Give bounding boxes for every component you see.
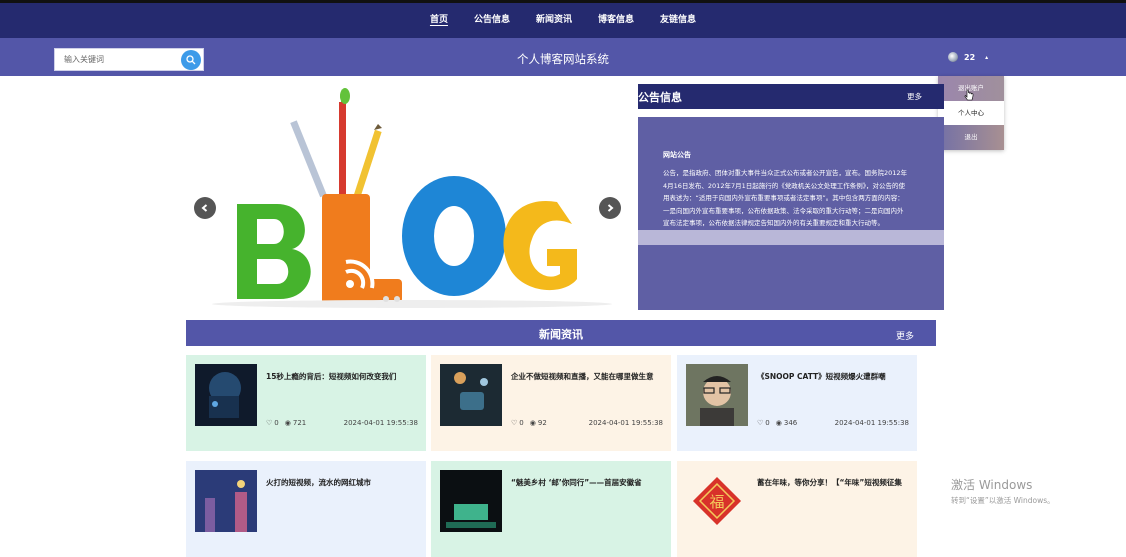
- letter-b: [237, 204, 311, 299]
- letter-o: [402, 176, 506, 296]
- menu-profile[interactable]: 个人中心: [938, 100, 1004, 126]
- view-count: 346: [783, 419, 798, 427]
- news-card-title[interactable]: 蓄在年味，等你分享！【“年味”短视频征集: [757, 477, 909, 488]
- like-count: 0: [765, 419, 770, 427]
- publish-date: 2024-04-01 19:55:38: [343, 419, 418, 427]
- carousel-prev-button[interactable]: [194, 197, 216, 219]
- eye-icon: ◉: [529, 419, 536, 427]
- nav-news[interactable]: 新闻资讯: [534, 3, 574, 38]
- nav-home[interactable]: 首页: [428, 3, 450, 38]
- eye-icon: ◉: [775, 419, 782, 427]
- chevron-left-icon: [201, 204, 208, 212]
- pencils-illustration: [290, 88, 382, 199]
- view-count: 721: [292, 419, 307, 427]
- news-card-title[interactable]: 《SNOOP CATT》短视频爆火遭群嘲: [757, 371, 909, 382]
- notice-title: 公告信息: [638, 91, 682, 104]
- menu-logout[interactable]: 退出: [938, 125, 1004, 151]
- nav-notices[interactable]: 公告信息: [472, 3, 512, 38]
- carousel-dot[interactable]: [383, 296, 389, 302]
- news-header: 新闻资讯 更多: [186, 320, 936, 346]
- news-card-title[interactable]: 企业不做短视频和直播，又能在哪里做生意: [511, 371, 663, 382]
- news-card-title[interactable]: 15秒上瘾的背后：短视频如何改变我们: [266, 371, 418, 382]
- top-navbar: 首页 公告信息 新闻资讯 博客信息 友链信息: [0, 0, 1126, 38]
- notice-more-link[interactable]: 更多: [907, 91, 922, 102]
- windows-activation-watermark: 激活 Windows 转到“设置”以激活 Windows。: [951, 476, 1055, 506]
- notice-item-title[interactable]: 网站公告: [663, 150, 691, 160]
- news-card[interactable]: 15秒上瘾的背后：短视频如何改变我们 ♡ 0 ◉ 721 2024-04-01 …: [186, 355, 426, 451]
- news-card-meta: ♡ 0 ◉ 346 2024-04-01 19:55:38: [757, 419, 909, 427]
- svg-text:福: 福: [709, 493, 724, 511]
- chevron-right-icon: [607, 204, 614, 212]
- banner-carousel[interactable]: [192, 84, 632, 308]
- news-card-meta: ♡ 0 ◉ 92 2024-04-01 19:55:38: [511, 419, 663, 427]
- news-card[interactable]: 企业不做短视频和直播，又能在哪里做生意 ♡ 0 ◉ 92 2024-04-01 …: [431, 355, 671, 451]
- watermark-line2: 转到“设置”以激活 Windows。: [951, 496, 1055, 505]
- news-thumbnail: 福: [686, 470, 748, 532]
- carousel-indicators: [383, 296, 400, 302]
- news-thumbnail: [440, 470, 502, 532]
- caret-up-icon: ▴: [985, 53, 989, 61]
- like-count: 0: [274, 419, 279, 427]
- publish-date: 2024-04-01 19:55:38: [588, 419, 663, 427]
- news-card-title[interactable]: 火打的短视频，流水的网红城市: [266, 477, 418, 488]
- notice-item-text: 公告，是指政府、团体对重大事件当众正式公布或者公开宣告，宣布。国务院2012年4…: [663, 169, 908, 227]
- like-icon: ♡: [511, 419, 518, 427]
- view-count: 92: [537, 419, 547, 427]
- news-thumbnail: [686, 364, 748, 426]
- news-card[interactable]: 福 蓄在年味，等你分享！【“年味”短视频征集: [677, 461, 917, 557]
- blog-banner-image: [212, 88, 612, 308]
- news-card-meta: ♡ 0 ◉ 721 2024-04-01 19:55:38: [266, 419, 418, 427]
- notice-divider: [638, 230, 944, 245]
- notice-body[interactable]: 网站公告 公告，是指政府、团体对重大事件当众正式公布或者公开宣告，宣布。国务院2…: [638, 117, 944, 310]
- notice-header: 公告信息 更多: [638, 84, 944, 109]
- eye-icon: ◉: [284, 419, 291, 427]
- news-card[interactable]: 火打的短视频，流水的网红城市: [186, 461, 426, 557]
- mouse-pointer-icon: [964, 89, 974, 101]
- like-icon: ♡: [757, 419, 764, 427]
- news-thumbnail: [195, 364, 257, 426]
- news-card[interactable]: 《SNOOP CATT》短视频爆火遭群嘲 ♡ 0 ◉ 346 2024-04-0…: [677, 355, 917, 451]
- news-card[interactable]: “魅美乡村 ‘邮’你同行”——首届安徽省: [431, 461, 671, 557]
- user-menu-toggle[interactable]: 22 ▴: [948, 52, 988, 62]
- news-more-link[interactable]: 更多: [896, 329, 914, 342]
- publish-date: 2024-04-01 19:55:38: [834, 419, 909, 427]
- main-nav: 首页 公告信息 新闻资讯 博客信息 友链信息: [0, 3, 1126, 38]
- user-dropdown: 退出账户 个人中心 退出: [938, 76, 1004, 151]
- nav-blogs[interactable]: 博客信息: [596, 3, 636, 38]
- like-count: 0: [519, 419, 524, 427]
- letter-g: [503, 200, 577, 291]
- like-icon: ♡: [266, 419, 273, 427]
- avatar: [948, 52, 958, 62]
- user-name: 22: [964, 52, 976, 62]
- news-thumbnail: [440, 364, 502, 426]
- carousel-dot[interactable]: [394, 296, 400, 302]
- nav-links[interactable]: 友链信息: [658, 3, 698, 38]
- news-title: 新闻资讯: [539, 328, 583, 341]
- carousel-next-button[interactable]: [599, 197, 621, 219]
- news-card-title[interactable]: “魅美乡村 ‘邮’你同行”——首届安徽省: [511, 477, 663, 488]
- header-bar: 个人博客网站系统 22 ▴: [0, 38, 1126, 76]
- watermark-line1: 激活 Windows: [951, 478, 1033, 492]
- news-thumbnail: [195, 470, 257, 532]
